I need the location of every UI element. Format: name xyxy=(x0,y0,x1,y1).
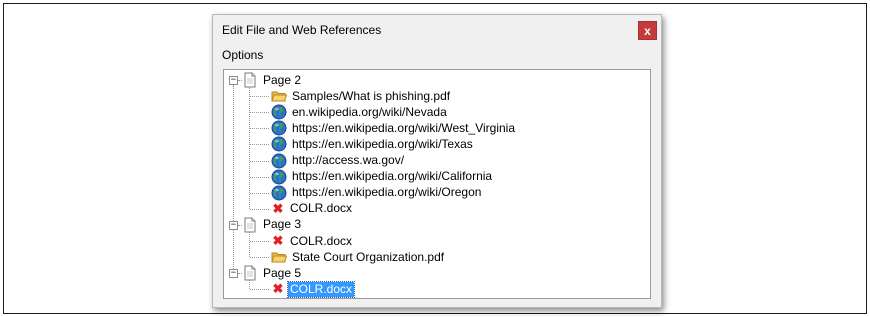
close-button[interactable]: x xyxy=(638,21,657,40)
tree-connector xyxy=(250,241,269,242)
tree-connector xyxy=(249,280,250,290)
globe-icon xyxy=(271,136,287,152)
reference-label: https://en.wikipedia.org/wiki/Texas xyxy=(292,136,473,151)
globe-icon xyxy=(271,120,287,136)
tree-page-node[interactable]: Page 5 xyxy=(242,265,303,281)
tree-page-node[interactable]: Page 3 xyxy=(242,217,303,233)
reference-label: COLR.docx xyxy=(290,201,353,216)
tree-reference-item[interactable]: State Court Organization.pdf xyxy=(271,249,446,265)
tree-reference-item[interactable]: ✖ COLR.docx xyxy=(271,280,356,298)
tree-connector xyxy=(250,176,269,178)
tree-reference-item[interactable]: https://en.wikipedia.org/wiki/West_Virgi… xyxy=(271,120,517,136)
tree-connector xyxy=(250,160,269,162)
tree-connector xyxy=(250,112,269,114)
tree-reference-item[interactable]: ✖ COLR.docx xyxy=(271,201,354,217)
page-label: Page 2 xyxy=(263,72,302,87)
reference-label: en.wikipedia.org/wiki/Nevada xyxy=(292,104,447,119)
tree-reference-item[interactable]: ✖ COLR.docx xyxy=(271,233,354,249)
tree-reference-item[interactable]: Samples/What is phishing.pdf xyxy=(271,88,452,104)
reference-label: Samples/What is phishing.pdf xyxy=(292,88,451,103)
reference-label: COLR.docx xyxy=(290,233,353,248)
tree-page-node[interactable]: Page 2 xyxy=(242,72,303,88)
tree-connector xyxy=(233,229,234,270)
broken-link-icon: ✖ xyxy=(272,200,284,216)
tree-connector xyxy=(233,85,234,221)
reference-label: https://en.wikipedia.org/wiki/California xyxy=(292,169,493,184)
tree-connector xyxy=(250,192,269,194)
tree-connector xyxy=(250,289,269,291)
tree-connector xyxy=(250,208,269,210)
edit-references-dialog: Edit File and Web References x Options −… xyxy=(212,14,662,308)
dialog-title: Edit File and Web References xyxy=(222,23,382,37)
tree-reference-item[interactable]: https://en.wikipedia.org/wiki/Oregon xyxy=(271,185,483,201)
reference-label: State Court Organization.pdf xyxy=(292,249,445,264)
broken-link-icon: ✖ xyxy=(272,233,284,248)
tree-connector xyxy=(250,128,269,130)
page-icon xyxy=(242,72,258,88)
folder-icon xyxy=(271,249,287,265)
collapse-toggle[interactable]: − xyxy=(229,269,238,279)
tree-connector xyxy=(250,144,269,146)
reference-label: https://en.wikipedia.org/wiki/West_Virgi… xyxy=(292,120,515,135)
tree-reference-item[interactable]: en.wikipedia.org/wiki/Nevada xyxy=(271,104,449,120)
tree-reference-item[interactable]: http://access.wa.gov/ xyxy=(271,153,406,169)
tree-connector xyxy=(249,87,250,209)
page-label: Page 5 xyxy=(263,265,302,280)
tree-reference-item[interactable]: https://en.wikipedia.org/wiki/California xyxy=(271,169,494,185)
page-icon xyxy=(242,265,258,281)
menu-options[interactable]: Options xyxy=(222,48,263,62)
tree-reference-item[interactable]: https://en.wikipedia.org/wiki/Texas xyxy=(271,136,475,152)
reference-label: http://access.wa.gov/ xyxy=(292,153,405,167)
page-label: Page 3 xyxy=(263,217,302,232)
globe-icon xyxy=(271,169,287,185)
collapse-toggle[interactable]: − xyxy=(229,220,238,230)
page-icon xyxy=(242,217,258,233)
broken-link-icon: ✖ xyxy=(272,281,284,297)
globe-icon xyxy=(271,153,287,169)
reference-label: COLR.docx xyxy=(286,280,356,298)
references-tree[interactable]: − Page 2 Samples/What is phishing.pdf en.wi… xyxy=(223,69,651,299)
tree-connector xyxy=(250,96,269,98)
globe-icon xyxy=(271,104,287,120)
folder-icon xyxy=(271,88,287,104)
tree-connector xyxy=(249,231,250,258)
reference-label: https://en.wikipedia.org/wiki/Oregon xyxy=(292,185,482,200)
tree-connector xyxy=(250,257,269,259)
collapse-toggle[interactable]: − xyxy=(229,76,238,85)
globe-icon xyxy=(271,185,287,201)
